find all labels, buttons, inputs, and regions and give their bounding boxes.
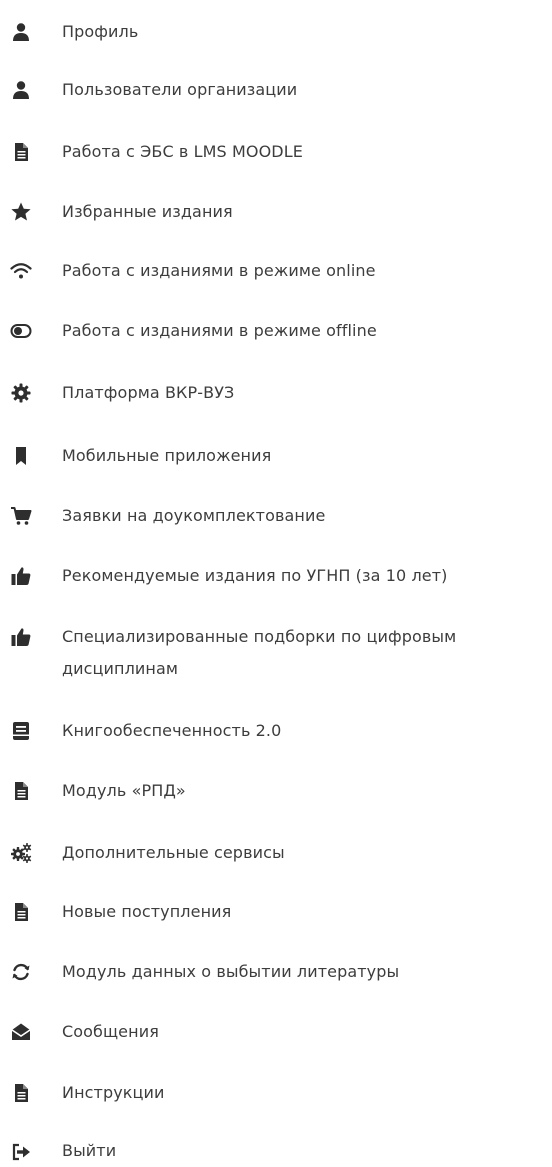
menu-item-label: Дополнительные сервисы xyxy=(62,843,285,862)
menu-item-label: Работа с изданиями в режиме online xyxy=(62,261,376,280)
thumbs-up-icon xyxy=(10,626,32,648)
menu-item-mobile-apps[interactable]: Мобильные приложения xyxy=(0,440,552,472)
cart-icon xyxy=(10,505,32,527)
menu-item-ebs-moodle[interactable]: Работа с ЭБС в LMS MOODLE xyxy=(0,136,552,168)
menu-item-profile[interactable]: Профиль xyxy=(0,16,552,48)
document-icon xyxy=(10,780,32,802)
menu-item-label: Профиль xyxy=(62,22,139,41)
user-icon xyxy=(10,21,32,43)
menu-item-label: Мобильные приложения xyxy=(62,446,272,465)
book-icon xyxy=(10,720,32,742)
bookmark-icon xyxy=(10,445,32,467)
wifi-icon xyxy=(10,260,32,282)
menu-item-specialized[interactable]: Специализированные подборки по цифровым … xyxy=(0,621,552,685)
document-icon xyxy=(10,1082,32,1104)
envelope-open-icon xyxy=(10,1021,32,1043)
menu-item-label: Рекомендуемые издания по УГНП (за 10 лет… xyxy=(62,566,448,585)
menu-item-requests[interactable]: Заявки на доукомплектование xyxy=(0,500,552,532)
gears-icon xyxy=(10,842,32,864)
menu-item-label: Выйти xyxy=(62,1141,117,1160)
menu-item-label: Пользователи организации xyxy=(62,80,298,99)
menu-item-label: Заявки на доукомплектование xyxy=(62,506,326,525)
gear-icon xyxy=(10,382,32,404)
menu-item-label: Платформа ВКР-ВУЗ xyxy=(62,383,235,402)
menu-item-vkr-vuz[interactable]: Платформа ВКР-ВУЗ xyxy=(0,377,552,409)
thumbs-up-icon xyxy=(10,565,32,587)
sign-out-icon xyxy=(10,1141,32,1163)
menu-item-label: Специализированные подборки по цифровым … xyxy=(62,627,457,678)
menu-item-label: Книгообеспеченность 2.0 xyxy=(62,721,282,740)
menu-item-recommended[interactable]: Рекомендуемые издания по УГНП (за 10 лет… xyxy=(0,560,552,592)
menu-item-retirement-module[interactable]: Модуль данных о выбытии литературы xyxy=(0,956,552,988)
document-icon xyxy=(10,141,32,163)
menu-item-label: Модуль «РПД» xyxy=(62,781,186,800)
refresh-icon xyxy=(10,961,32,983)
user-icon xyxy=(10,79,32,101)
menu-item-messages[interactable]: Сообщения xyxy=(0,1016,552,1048)
menu-item-label: Избранные издания xyxy=(62,202,233,221)
document-icon xyxy=(10,901,32,923)
menu-item-rpd-module[interactable]: Модуль «РПД» xyxy=(0,775,552,807)
menu-item-label: Инструкции xyxy=(62,1083,165,1102)
menu-item-label: Новые поступления xyxy=(62,902,232,921)
menu-item-label: Работа с изданиями в режиме offline xyxy=(62,321,377,340)
menu-item-org-users[interactable]: Пользователи организации xyxy=(0,74,552,106)
menu-item-instructions[interactable]: Инструкции xyxy=(0,1077,552,1109)
star-icon xyxy=(10,201,32,223)
menu-item-logout[interactable]: Выйти xyxy=(0,1139,552,1164)
menu-item-extra-services[interactable]: Дополнительные сервисы xyxy=(0,837,552,869)
menu-item-offline[interactable]: Работа с изданиями в режиме offline xyxy=(0,315,552,347)
menu-item-online[interactable]: Работа с изданиями в режиме online xyxy=(0,255,552,287)
sidebar-menu: Профиль Пользователи организации Работа … xyxy=(0,0,552,1164)
menu-item-label: Сообщения xyxy=(62,1022,159,1041)
menu-item-new-arrivals[interactable]: Новые поступления xyxy=(0,896,552,928)
menu-item-label: Модуль данных о выбытии литературы xyxy=(62,962,400,981)
menu-item-favorites[interactable]: Избранные издания xyxy=(0,196,552,228)
menu-item-label: Работа с ЭБС в LMS MOODLE xyxy=(62,142,303,161)
menu-item-book-supply[interactable]: Книгообеспеченность 2.0 xyxy=(0,715,552,747)
toggle-icon xyxy=(10,320,32,342)
